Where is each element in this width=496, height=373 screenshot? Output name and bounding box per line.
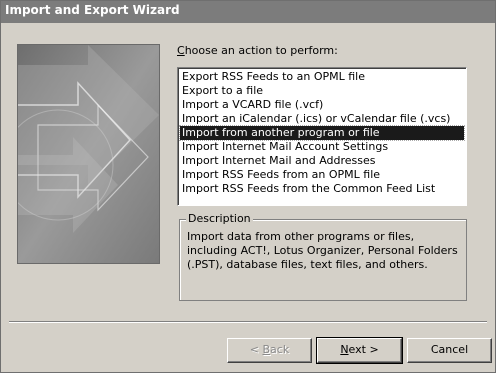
choose-action-label: Choose an action to perform:	[177, 44, 338, 57]
action-list-item[interactable]: Import RSS Feeds from the Common Feed Li…	[180, 182, 464, 196]
action-listbox[interactable]: Export RSS Feeds to an OPML file Export t…	[177, 67, 467, 206]
description-group: Description Import data from other progr…	[179, 212, 467, 301]
next-button[interactable]: Next >	[316, 337, 403, 364]
action-list-item[interactable]: Export RSS Feeds to an OPML file	[180, 70, 464, 84]
prompt-text: hoose an action to perform:	[184, 44, 338, 57]
next-rest: ext >	[348, 343, 379, 356]
action-list-item[interactable]: Import Internet Mail and Addresses	[180, 154, 464, 168]
description-legend: Description	[186, 212, 253, 225]
wizard-arrows-illustration	[17, 44, 160, 264]
action-list-item[interactable]: Import an iCalendar (.ics) or vCalendar …	[180, 112, 464, 126]
action-list-item[interactable]: Import a VCARD file (.vcf)	[180, 98, 464, 112]
back-button[interactable]: < Back	[227, 338, 312, 363]
button-separator	[9, 321, 487, 323]
action-list-item[interactable]: Export to a file	[180, 84, 464, 98]
wizard-window: Import and Export Wizard Choose an actio…	[0, 0, 496, 373]
prompt-accelerator: C	[177, 44, 185, 57]
action-list-item[interactable]: Import RSS Feeds from an OPML file	[180, 168, 464, 182]
back-prefix: <	[249, 343, 263, 356]
cancel-button[interactable]: Cancel	[407, 338, 492, 363]
action-list[interactable]: Export RSS Feeds to an OPML file Export t…	[178, 68, 466, 196]
action-list-item[interactable]: Import Internet Mail Account Settings	[180, 140, 464, 154]
action-list-item[interactable]: Import from another program or file	[179, 125, 465, 141]
title-bar[interactable]: Import and Export Wizard	[1, 1, 495, 23]
description-text: Import data from other programs or files…	[187, 230, 458, 271]
back-accelerator: B	[262, 343, 271, 356]
window-title: Import and Export Wizard	[5, 3, 180, 17]
next-accelerator: N	[340, 343, 349, 356]
back-rest: ack	[270, 343, 290, 356]
